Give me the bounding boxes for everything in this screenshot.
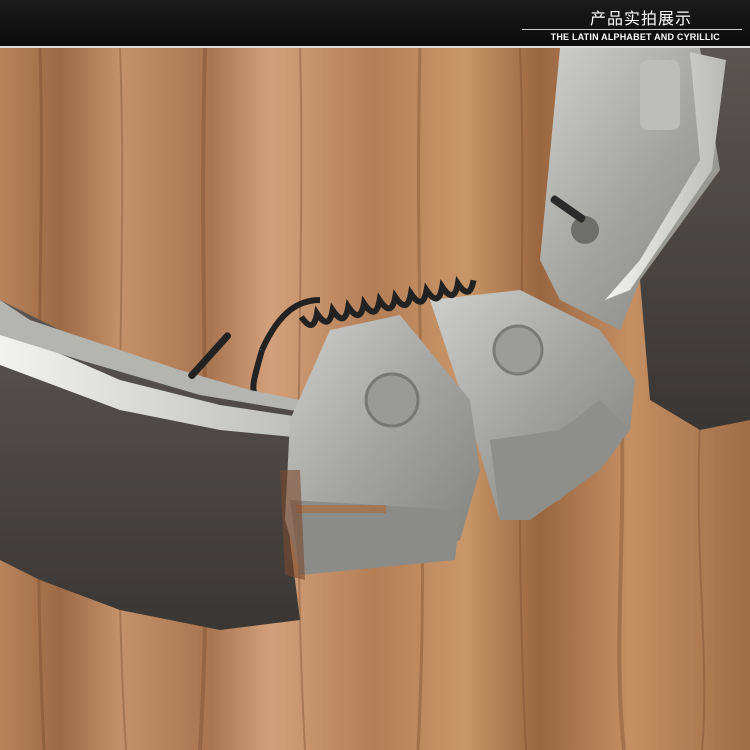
banner-subtitle: THE LATIN ALPHABET AND CYRILLIC (550, 32, 720, 42)
header-banner: 产品实拍展示 THE LATIN ALPHABET AND CYRILLIC (0, 0, 750, 48)
product-photo-page: 产品实拍展示 THE LATIN ALPHABET AND CYRILLIC (0, 0, 750, 750)
banner-divider (522, 29, 742, 30)
banner-title: 产品实拍展示 (589, 9, 692, 28)
brake-shoe-photo (0, 48, 750, 750)
